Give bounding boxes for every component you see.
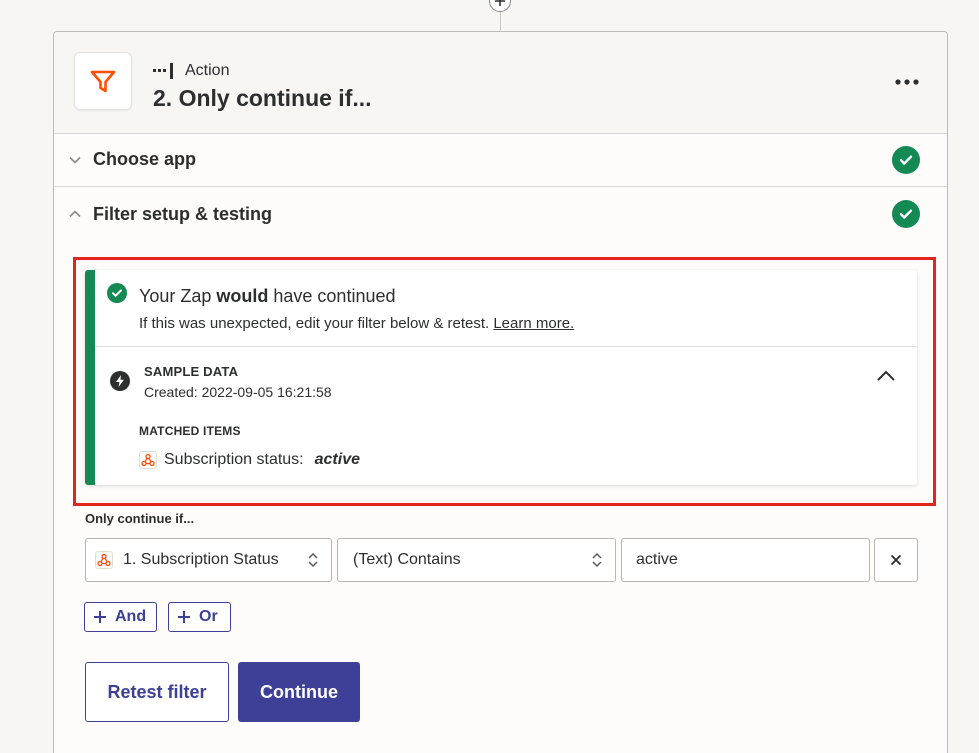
bolt-icon <box>110 371 130 391</box>
result-subtitle-text: If this was unexpected, edit your filter… <box>139 315 490 332</box>
chevron-up-icon <box>69 210 81 218</box>
chevron-up-icon <box>877 370 895 381</box>
result-subtitle: If this was unexpected, edit your filter… <box>139 315 574 332</box>
remove-condition-button[interactable] <box>874 538 918 582</box>
step-kind-label: Action <box>185 62 230 79</box>
sample-created-timestamp: Created: 2022-09-05 16:21:58 <box>144 384 332 400</box>
add-and-button[interactable]: And <box>84 602 157 632</box>
step-kind: Action <box>153 62 229 80</box>
step-title: 2. Only continue if... <box>153 85 372 111</box>
matched-field: Subscription status: <box>164 451 304 468</box>
sort-arrows-icon <box>592 552 602 568</box>
result-title-suffix: have continued <box>268 286 396 306</box>
check-circle-icon <box>892 200 920 228</box>
continue-button[interactable]: Continue <box>238 662 360 722</box>
webhook-icon <box>95 551 113 569</box>
filter-test-result: Your Zap would have continued If this wa… <box>85 270 917 485</box>
condition-select-value: (Text) Contains <box>353 551 461 568</box>
learn-more-link[interactable]: Learn more. <box>493 315 574 332</box>
collapse-sample-button[interactable] <box>875 368 897 384</box>
matched-item: Subscription status: active <box>139 451 360 469</box>
result-title: Your Zap would have continued <box>139 286 396 307</box>
step-header: Action 2. Only continue if... <box>54 32 947 134</box>
section-filter-setup[interactable]: Filter setup & testing <box>54 187 947 241</box>
sample-data-label: SAMPLE DATA <box>144 364 239 379</box>
field-select-value: 1. Subscription Status <box>123 551 279 568</box>
chevron-down-icon <box>69 156 81 164</box>
and-label: And <box>115 608 147 625</box>
section-choose-app[interactable]: Choose app <box>54 133 947 187</box>
result-title-bold: would <box>216 286 269 306</box>
result-title-prefix: Your Zap <box>139 286 217 306</box>
check-circle-icon <box>892 145 920 174</box>
section-label: Filter setup & testing <box>93 203 273 224</box>
add-step-button[interactable] <box>489 0 511 12</box>
condition-select[interactable]: (Text) Contains <box>337 538 616 582</box>
filter-value-input[interactable] <box>621 538 870 582</box>
matched-value: active <box>314 451 360 468</box>
filter-icon <box>90 70 116 93</box>
plus-icon <box>495 0 505 6</box>
filter-app-icon <box>74 52 132 110</box>
add-or-button[interactable]: Or <box>168 602 231 632</box>
more-dots-icon <box>895 79 919 85</box>
matched-items-label: MATCHED ITEMS <box>139 424 241 438</box>
sort-arrows-icon <box>308 552 318 568</box>
section-label: Choose app <box>93 149 197 169</box>
retest-filter-button[interactable]: Retest filter <box>85 662 229 722</box>
filter-label: Only continue if... <box>85 511 195 526</box>
close-icon <box>890 554 902 566</box>
or-label: Or <box>199 608 218 625</box>
more-options-button[interactable] <box>892 72 922 92</box>
field-select[interactable]: 1. Subscription Status <box>85 538 332 582</box>
plus-icon <box>94 611 106 623</box>
webhook-icon <box>139 451 157 469</box>
action-step-icon <box>153 63 173 79</box>
plus-icon <box>178 611 190 623</box>
step-card: Action 2. Only continue if... Choose app… <box>53 31 948 753</box>
check-circle-icon <box>107 283 127 303</box>
divider <box>95 346 917 347</box>
